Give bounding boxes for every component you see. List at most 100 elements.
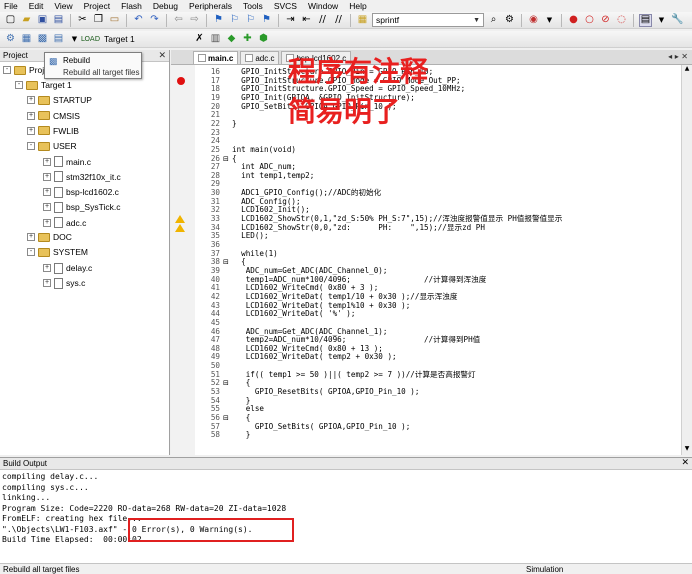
expand-icon[interactable]: + bbox=[43, 203, 51, 212]
breakpoint-icon[interactable]: ● bbox=[567, 14, 580, 27]
editor-scrollbar[interactable]: ▲ ▼ bbox=[681, 65, 692, 455]
collapse-icon[interactable]: - bbox=[27, 248, 35, 257]
window-layout-icon[interactable]: ▤ bbox=[639, 13, 652, 27]
layout-dropdown-icon[interactable]: ▼ bbox=[655, 14, 668, 27]
breakpoint-disable-icon[interactable]: ⊘ bbox=[599, 14, 612, 27]
tree-file[interactable]: + main.c bbox=[43, 156, 91, 168]
rebuild-icon[interactable]: ▩ bbox=[36, 33, 49, 46]
new-file-icon[interactable]: ▢ bbox=[4, 14, 17, 27]
tree-folder[interactable]: + CMSIS bbox=[27, 111, 80, 121]
fold-toggle-icon[interactable]: ⊟ bbox=[223, 379, 229, 387]
bookmark-next-icon[interactable]: ⚐ bbox=[244, 14, 257, 27]
expand-icon[interactable]: + bbox=[43, 279, 51, 288]
fold-toggle-icon[interactable]: ⊟ bbox=[223, 258, 229, 266]
tree-file[interactable]: + bsp_SysTick.c bbox=[43, 201, 120, 213]
menu-item[interactable]: Window bbox=[308, 1, 338, 11]
code-line[interactable]: LCD1602_WriteDat( temp2 + 0x30 ); bbox=[232, 353, 397, 362]
project-root[interactable]: - Proj bbox=[3, 65, 44, 75]
bookmark-prev-icon[interactable]: ⚐ bbox=[228, 14, 241, 27]
fold-margin[interactable]: ⊟ ⊟ ⊟ ⊟ bbox=[223, 65, 232, 455]
uncomment-icon[interactable]: // bbox=[332, 14, 345, 27]
menu-item[interactable]: View bbox=[54, 1, 72, 11]
indent-icon[interactable]: ⇥ bbox=[284, 14, 297, 27]
cut-icon[interactable]: ✂ bbox=[76, 14, 89, 27]
collapse-icon[interactable]: - bbox=[27, 142, 35, 150]
expand-icon[interactable]: + bbox=[43, 172, 51, 181]
collapse-icon[interactable]: - bbox=[15, 81, 23, 90]
paste-icon[interactable]: ▭ bbox=[108, 14, 121, 27]
nav-forward-icon[interactable]: ⇨ bbox=[188, 14, 201, 27]
code-line[interactable]: } bbox=[232, 119, 237, 129]
configure-icon[interactable]: 🔧 bbox=[671, 14, 684, 27]
save-icon[interactable]: ▣ bbox=[36, 14, 49, 27]
expand-icon[interactable]: + bbox=[43, 188, 51, 197]
menu-item[interactable]: File bbox=[4, 1, 18, 11]
scroll-down-icon[interactable]: ▼ bbox=[683, 445, 691, 455]
nav-back-icon[interactable]: ⇦ bbox=[172, 14, 185, 27]
close-icon[interactable]: ✕ bbox=[158, 51, 166, 61]
build-icon[interactable]: ▦ bbox=[20, 33, 33, 46]
menu-item[interactable]: Debug bbox=[153, 1, 178, 11]
pack-installer-icon[interactable]: ⬢ bbox=[257, 33, 270, 46]
close-icon[interactable]: ✕ bbox=[681, 458, 689, 468]
find-in-files-icon[interactable]: ▦ bbox=[356, 14, 369, 27]
target-options-icon[interactable]: ✗ bbox=[193, 33, 206, 46]
expand-icon[interactable]: + bbox=[27, 233, 35, 242]
redo-icon[interactable]: ↷ bbox=[148, 14, 161, 27]
expand-icon[interactable]: + bbox=[27, 126, 35, 135]
code-line[interactable]: int main(void) bbox=[232, 145, 296, 155]
tab-controls[interactable]: ◂ ▸ ✕ bbox=[668, 52, 688, 61]
tree-file[interactable]: + adc.c bbox=[43, 217, 86, 228]
find-icon[interactable]: ⌕ bbox=[487, 14, 500, 27]
unindent-icon[interactable]: ⇤ bbox=[300, 14, 313, 27]
fold-toggle-icon[interactable]: ⊟ bbox=[223, 155, 229, 163]
code-line[interactable]: LCD1602_ShowStr(0,0,"zd: PH: ",15);//显示z… bbox=[232, 223, 485, 233]
expand-icon[interactable]: + bbox=[43, 157, 51, 166]
code-line[interactable]: GPIO_ResetBits( GPIOA,GPIO_Pin_10 ); bbox=[232, 387, 420, 397]
scroll-up-icon[interactable]: ▲ bbox=[683, 65, 691, 75]
expand-icon[interactable]: + bbox=[27, 111, 35, 120]
tree-file[interactable]: + sys.c bbox=[43, 277, 85, 289]
tree-folder[interactable]: + STARTUP bbox=[27, 95, 92, 105]
code-line[interactable]: int temp1,temp2; bbox=[232, 171, 314, 181]
menu-item[interactable]: SVCS bbox=[274, 1, 297, 11]
manage-components-icon[interactable]: ◆ bbox=[225, 33, 238, 46]
file-extensions-icon[interactable]: ▥ bbox=[209, 33, 222, 46]
code-line[interactable]: GPIO_SetBits( GPIOA,GPIO_Pin_10 ); bbox=[232, 422, 410, 432]
tree-folder[interactable]: - SYSTEM bbox=[27, 247, 88, 257]
code-line[interactable]: } bbox=[232, 431, 251, 440]
menu-item[interactable]: Tools bbox=[243, 1, 263, 11]
breakpoint-outline-icon[interactable]: ○ bbox=[583, 14, 596, 27]
breakpoint-kill-icon[interactable]: ◌ bbox=[615, 14, 628, 27]
select-packs-icon[interactable]: ✚ bbox=[241, 33, 254, 46]
editor-gutter[interactable] bbox=[171, 65, 195, 455]
tree-file[interactable]: + delay.c bbox=[43, 262, 92, 274]
tree-folder[interactable]: + FWLIB bbox=[27, 126, 79, 136]
fold-toggle-icon[interactable]: ⊟ bbox=[223, 414, 229, 422]
translate-icon[interactable]: ⚙ bbox=[4, 33, 17, 46]
project-target[interactable]: - Target 1 bbox=[15, 80, 72, 90]
expand-icon[interactable]: + bbox=[43, 264, 51, 273]
breakpoint-icon[interactable] bbox=[177, 76, 185, 85]
menu-item[interactable]: Peripherals bbox=[189, 1, 232, 11]
menu-item[interactable]: Flash bbox=[121, 1, 142, 11]
code-line[interactable]: LCD1602_WriteDat( '%' ); bbox=[232, 310, 356, 319]
target-combo[interactable]: Target 1 bbox=[100, 32, 190, 46]
tree-folder[interactable]: - USER bbox=[27, 141, 77, 151]
debug-dropdown-icon[interactable]: ▼ bbox=[543, 14, 556, 27]
stop-build-icon[interactable]: ▼ bbox=[68, 33, 81, 46]
bookmark-clear-icon[interactable]: ⚑ bbox=[260, 14, 273, 27]
undo-icon[interactable]: ↶ bbox=[132, 14, 145, 27]
batch-build-icon[interactable]: ▤ bbox=[52, 33, 65, 46]
tree-folder[interactable]: + DOC bbox=[27, 232, 72, 242]
editor-tab[interactable]: adc.c bbox=[240, 51, 280, 64]
menu-item[interactable]: Edit bbox=[29, 1, 44, 11]
save-all-icon[interactable]: ▤ bbox=[52, 14, 65, 27]
debug-session-icon[interactable]: ◉ bbox=[527, 14, 540, 27]
incremental-find-icon[interactable]: ⚙ bbox=[503, 14, 516, 27]
collapse-icon[interactable]: - bbox=[3, 66, 11, 74]
open-file-icon[interactable]: ▰ bbox=[20, 14, 33, 27]
find-combo[interactable]: sprintf ▼ bbox=[372, 13, 484, 27]
bookmark-icon[interactable]: ⚑ bbox=[212, 14, 225, 27]
menu-item[interactable]: Help bbox=[349, 1, 366, 11]
